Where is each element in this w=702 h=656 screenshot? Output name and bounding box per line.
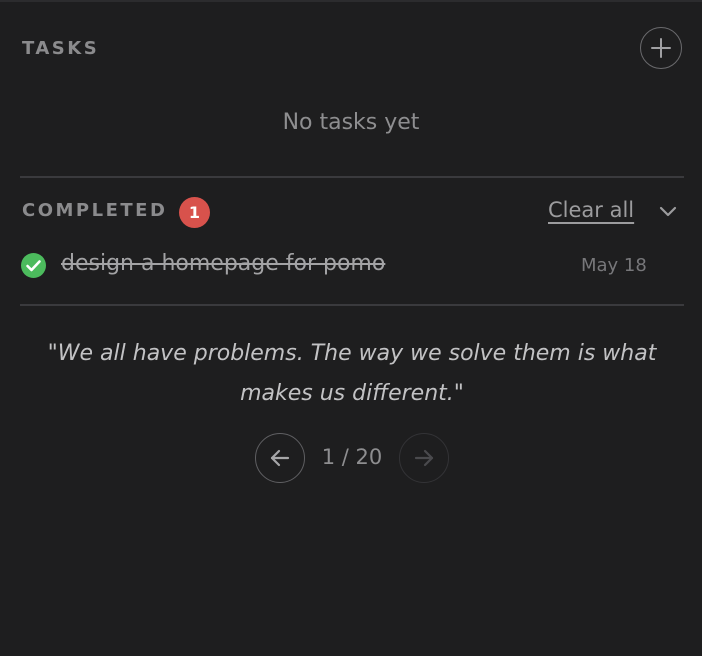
empty-tasks-message: No tasks yet [282,110,420,135]
tasks-heading: TASKS [22,38,100,59]
previous-quote-button[interactable] [255,433,305,483]
divider [20,304,684,306]
completed-heading: COMPLETED [22,200,168,221]
arrow-left-icon [270,449,290,467]
quote-page-counter: 1 / 20 [321,445,383,469]
chevron-down-icon [659,206,677,217]
motivational-quote: "We all have problems. The way we solve … [47,341,657,406]
plus-icon [651,38,671,58]
collapse-completed-button[interactable] [657,202,679,222]
add-task-button[interactable] [640,27,682,69]
completed-task-date: May 18 [581,255,647,276]
check-circle-icon[interactable] [21,253,46,278]
arrow-right-icon [414,449,434,467]
completed-count-badge: 1 [179,197,210,228]
divider [20,176,684,178]
completed-task-title[interactable]: design a homepage for pomo [61,251,385,276]
next-quote-button[interactable] [399,433,449,483]
tasks-panel: TASKS No tasks yet COMPLETED 1 Clear all… [0,0,702,656]
clear-all-link[interactable]: Clear all [548,198,634,222]
